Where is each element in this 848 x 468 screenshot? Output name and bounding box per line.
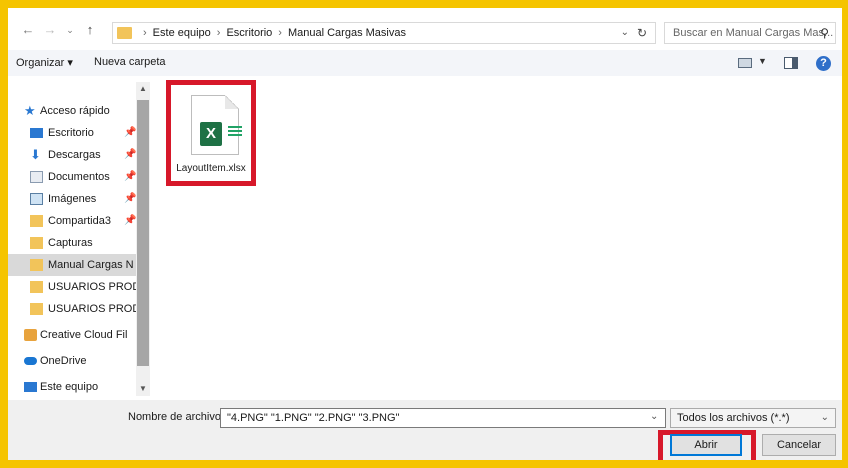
star-icon: ★	[24, 103, 36, 118]
view-options-chevron-icon[interactable]: ▼	[758, 56, 767, 66]
file-type-select[interactable]: Todos los archivos (*.*) ⌄	[670, 408, 836, 428]
scrollbar-thumb[interactable]	[137, 100, 149, 366]
navigation-pane: ★ Acceso rápido Escritorio 📌 ⬇ Descargas…	[8, 78, 152, 398]
sidebar-item-downloads[interactable]: ⬇ Descargas 📌	[8, 144, 140, 166]
desktop-icon	[30, 128, 43, 138]
search-placeholder: Buscar en Manual Cargas Mas...	[673, 27, 834, 39]
open-button[interactable]: Abrir	[670, 434, 742, 456]
breadcrumb-item[interactable]: Este equipo	[153, 27, 211, 39]
pin-icon: 📌	[124, 149, 137, 160]
folder-icon	[30, 237, 43, 249]
sidebar-item-label: Documentos	[48, 171, 110, 183]
back-arrow-icon[interactable]: ←	[20, 22, 36, 38]
cancel-button[interactable]: Cancelar	[762, 434, 836, 456]
sidebar-item-creative-cloud[interactable]: Creative Cloud Fil	[8, 324, 140, 346]
pictures-icon	[30, 193, 43, 205]
sidebar-item-pictures[interactable]: Imágenes 📌	[8, 188, 140, 210]
filename-value: "4.PNG" "1.PNG" "2.PNG" "3.PNG"	[227, 412, 400, 424]
sidebar-item-desktop[interactable]: Escritorio 📌	[8, 122, 140, 144]
bottom-panel: Nombre de archivo: "4.PNG" "1.PNG" "2.PN…	[8, 400, 842, 460]
filename-input[interactable]: "4.PNG" "1.PNG" "2.PNG" "3.PNG"	[220, 408, 666, 428]
toolbar: Organizar ▾ Nueva carpeta ▼ ?	[8, 50, 842, 76]
sidebar-item-usuarios-prod-2[interactable]: USUARIOS PROD	[8, 298, 140, 320]
preview-pane-icon[interactable]	[784, 57, 798, 69]
onedrive-icon	[24, 357, 37, 365]
folder-icon	[117, 27, 132, 39]
excel-file-icon: X	[191, 95, 242, 155]
breadcrumb-item[interactable]: Escritorio	[226, 27, 272, 39]
folder-icon	[30, 303, 43, 315]
address-row: ← → ⌄ ↑ › Este equipo › Escritorio › Manual C…	[8, 8, 842, 48]
sidebar-item-capturas[interactable]: Capturas	[8, 232, 140, 254]
documents-icon	[30, 171, 43, 183]
sidebar-item-usuarios-prod-1[interactable]: USUARIOS PROD	[8, 276, 140, 298]
sidebar-item-label: Descargas	[48, 149, 101, 161]
sidebar-item-documents[interactable]: Documentos 📌	[8, 166, 140, 188]
pin-icon: 📌	[124, 127, 137, 138]
breadcrumb: › Este equipo › Escritorio › Manual Cargas Ma…	[143, 27, 406, 39]
navigation-scrollbar[interactable]: ▲ ▼	[136, 82, 150, 396]
sidebar-item-quick-access[interactable]: ★ Acceso rápido	[8, 100, 140, 122]
sidebar-item-onedrive[interactable]: OneDrive	[8, 350, 140, 372]
chevron-down-icon: ⌄	[820, 412, 829, 423]
chevron-down-icon[interactable]: ⌄	[621, 27, 629, 38]
folder-icon	[30, 259, 43, 271]
address-bar[interactable]: › Este equipo › Escritorio › Manual Cargas Ma…	[112, 22, 656, 44]
up-arrow-icon[interactable]: ↑	[82, 22, 98, 38]
forward-arrow-icon[interactable]: →	[42, 22, 58, 38]
scroll-down-icon[interactable]: ▼	[136, 382, 150, 396]
creative-cloud-icon	[24, 329, 37, 341]
sidebar-item-label: OneDrive	[40, 355, 87, 367]
breadcrumb-item[interactable]: Manual Cargas Masivas	[288, 27, 406, 39]
recent-chevron-icon[interactable]: ⌄	[62, 22, 78, 38]
pin-icon: 📌	[124, 171, 137, 182]
search-icon[interactable]: ⚲	[820, 26, 829, 40]
open-file-dialog: ← → ⌄ ↑ › Este equipo › Escritorio › Manual C…	[8, 8, 842, 460]
download-icon: ⬇	[30, 147, 41, 162]
pin-icon: 📌	[124, 193, 137, 204]
sidebar-item-label: Capturas	[48, 237, 93, 249]
sidebar-item-label: Creative Cloud Fil	[40, 329, 128, 341]
new-folder-button[interactable]: Nueva carpeta	[94, 56, 166, 68]
computer-icon	[24, 382, 37, 392]
filename-history-chevron-icon[interactable]: ⌄	[650, 411, 658, 422]
change-view-icon[interactable]	[738, 58, 752, 68]
help-icon[interactable]: ?	[816, 56, 831, 71]
sidebar-item-label: Acceso rápido	[40, 105, 110, 117]
sidebar-item-compartida3[interactable]: Compartida3 📌	[8, 210, 140, 232]
sidebar-item-label: Escritorio	[48, 127, 94, 139]
sidebar-item-this-pc[interactable]: Este equipo	[8, 376, 140, 398]
sidebar-item-label: Imágenes	[48, 193, 97, 205]
sidebar-item-manual-cargas[interactable]: Manual Cargas N	[8, 254, 140, 276]
filename-label: Nombre de archivo:	[128, 411, 224, 423]
file-name: LayoutItem.xlsx	[176, 163, 246, 174]
sidebar-item-label: USUARIOS PROD	[48, 303, 140, 315]
refresh-icon[interactable]: ↻	[637, 26, 647, 40]
file-item[interactable]: X LayoutItem.xlsx	[166, 80, 256, 186]
folder-icon	[30, 281, 43, 293]
scroll-up-icon[interactable]: ▲	[136, 82, 150, 96]
sidebar-item-label: Este equipo	[40, 381, 99, 393]
sidebar-item-label: USUARIOS PROD	[48, 281, 140, 293]
search-input[interactable]: Buscar en Manual Cargas Mas... ⚲	[664, 22, 836, 44]
sidebar-item-label: Compartida3	[48, 215, 111, 227]
pin-icon: 📌	[124, 215, 137, 226]
file-list: X LayoutItem.xlsx	[156, 78, 842, 398]
shared-folder-icon	[30, 215, 43, 227]
file-type-value: Todos los archivos (*.*)	[677, 412, 790, 424]
sidebar-item-label: Manual Cargas N	[48, 259, 134, 271]
organize-button[interactable]: Organizar ▾	[16, 56, 73, 69]
